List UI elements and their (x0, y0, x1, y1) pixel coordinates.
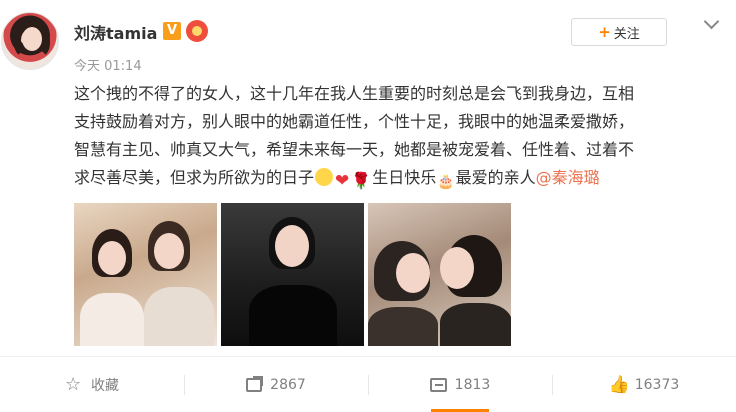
post-photo-1[interactable] (74, 203, 217, 346)
photo-figure (440, 303, 511, 346)
comment-button[interactable]: 1813 (368, 357, 552, 412)
plus-icon: + (598, 23, 611, 41)
content-tail2: 最爱的亲人 (455, 168, 536, 187)
content-line-last: 求尽善尽美，但求为所欲为的日子 ❤ 🌹生日快乐🎂最爱的亲人@秦海璐 (74, 164, 724, 192)
post-time[interactable]: 今天 01:14 (74, 55, 142, 74)
post-photo-3[interactable] (368, 203, 511, 346)
comment-icon (429, 378, 447, 392)
follow-label: 关注 (613, 26, 640, 42)
avatar[interactable] (1, 12, 59, 70)
photo-figure (368, 307, 438, 346)
photo-figure (396, 253, 430, 293)
mention-link[interactable]: @秦海璐 (536, 168, 600, 187)
photo-figure (154, 233, 184, 269)
favorite-button[interactable]: ☆ 收藏 (0, 357, 184, 412)
content-line: 智慧有主见、帅真又大气，希望未来每一天，她都是被宠爱着、任性着、过着不 (74, 140, 635, 159)
like-button[interactable]: 👍 16373 (552, 357, 736, 412)
rose-emoji-icon: 🌹 (351, 171, 372, 190)
action-bar: ☆ 收藏 2867 1813 👍 16373 (0, 356, 736, 412)
verified-badge-icon: V (163, 22, 181, 40)
favorite-label: 收藏 (91, 378, 119, 394)
medal-icon[interactable] (186, 20, 208, 42)
follow-button[interactable]: + 关注 (571, 18, 667, 46)
photo-figure (98, 241, 126, 275)
content-line: 这个拽的不得了的女人，这十几年在我人生重要的时刻总是会飞到我身边，互相 (74, 84, 635, 103)
heart-emoji-icon: ❤ (335, 171, 350, 191)
hug-emoji-icon (315, 168, 334, 186)
thumbs-up-icon: 👍 (608, 375, 630, 395)
weibo-post-card: 刘涛tamia V 今天 01:14 + 关注 这个拽的不得了的女人，这十几年在… (0, 0, 736, 412)
photo-figure (275, 225, 309, 267)
cake-emoji-icon: 🎂 (437, 174, 455, 190)
comment-count: 1813 (454, 377, 491, 393)
post-content: 这个拽的不得了的女人，这十几年在我人生重要的时刻总是会飞到我身边，互相 支持鼓励… (74, 80, 724, 192)
author-name[interactable]: 刘涛tamia (74, 20, 157, 44)
avatar-face (22, 27, 42, 51)
content-line: 求尽善尽美，但求为所欲为的日子 (74, 168, 315, 187)
photo-figure (440, 247, 474, 289)
like-count: 16373 (634, 377, 680, 393)
photo-figure (249, 285, 337, 346)
content-tail: 生日快乐 (372, 168, 437, 187)
photo-figure (144, 287, 214, 346)
repost-button[interactable]: 2867 (184, 357, 368, 412)
repost-count: 2867 (270, 377, 306, 393)
chevron-down-icon[interactable] (702, 14, 722, 34)
photo-figure (80, 293, 144, 346)
repost-icon (246, 376, 264, 392)
post-photo-2[interactable] (221, 203, 364, 346)
star-icon: ☆ (65, 374, 82, 395)
content-line: 支持鼓励着对方，别人眼中的她霸道任性，个性十足，我眼中的她温柔爱撒娇， (74, 112, 635, 131)
